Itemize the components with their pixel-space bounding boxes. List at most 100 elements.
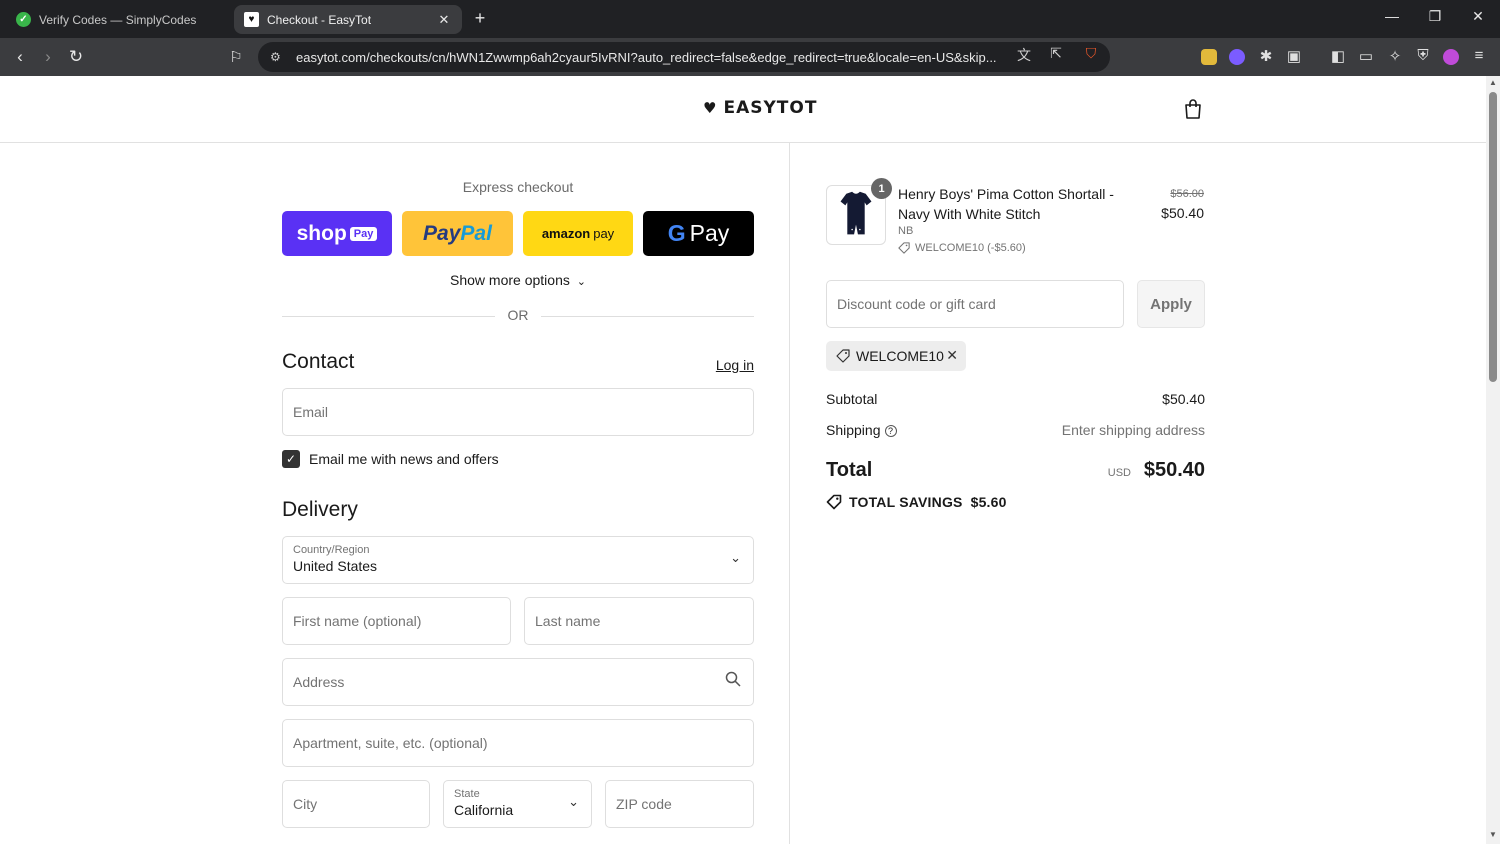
store-logo[interactable]: ♥ EASYTOT [703,98,817,118]
discount-placeholder: Discount code or gift card [837,296,996,312]
wallet-icon[interactable]: ▣ [1285,47,1303,65]
paypal-logo-pay: Pay [423,221,461,245]
last-name-placeholder: Last name [535,613,601,629]
amazon-pay-button[interactable]: amazon pay [523,211,633,256]
leo-ai-icon[interactable]: ✧ [1386,47,1404,65]
total-savings: TOTAL SAVINGS $5.60 [826,494,1007,510]
total-label: Total [826,459,873,481]
new-tab-icon[interactable]: + [470,8,490,29]
close-tab-icon[interactable]: ✕ [436,12,452,28]
share-icon[interactable]: ⇱ [1047,45,1065,62]
tab-label: Verify Codes — SimplyCodes [39,12,197,27]
country-label: Country/Region [293,544,370,556]
email-field[interactable]: Email [282,388,754,436]
zip-field[interactable]: ZIP code [605,780,754,828]
address-field[interactable]: Address [282,658,754,706]
page-scrollbar[interactable]: ▲ ▼ [1486,76,1500,844]
chevron-down-icon: ⌄ [730,550,741,565]
newsletter-checkbox[interactable]: ✓ [282,450,300,468]
country-value: United States [293,558,378,574]
product-discount-text: WELCOME10 (-$5.60) [915,242,1026,254]
tab-label: Checkout - EasyTot [267,12,372,27]
zip-placeholder: ZIP code [616,796,672,812]
sidebar-icon[interactable]: ◧ [1329,47,1347,65]
extension-icon[interactable] [1201,49,1217,65]
apartment-field[interactable]: Apartment, suite, etc. (optional) [282,719,754,767]
newsletter-label[interactable]: Email me with news and offers [309,451,499,467]
heart-icon: ♥ [244,12,259,27]
last-name-field[interactable]: Last name [524,597,754,645]
checkout-page: ♥ EASYTOT Express checkout shop Pay Pay P… [0,76,1486,844]
first-name-field[interactable]: First name (optional) [282,597,511,645]
scrollbar-thumb[interactable] [1489,92,1497,382]
total-row: Total USD $50.40 [826,459,1205,489]
city-field[interactable]: City [282,780,430,828]
shop-pay-badge: Pay [349,226,378,241]
chevron-down-icon: ⌄ [576,276,586,288]
tab-verify-codes[interactable]: ✓ Verify Codes — SimplyCodes [6,5,228,34]
total-value: $50.40 [1143,459,1205,481]
savings-value: $5.60 [970,494,1007,510]
amazon-logo: amazon [541,226,591,241]
wallet-icon[interactable]: ▭ [1357,47,1375,65]
site-settings-icon[interactable]: ⚙ [270,50,286,64]
log-in-link[interactable]: Log in [680,357,754,373]
reload-icon[interactable]: ↻ [64,45,88,69]
back-icon[interactable]: ‹ [8,45,32,69]
menu-icon[interactable]: ≡ [1470,47,1488,64]
search-icon [725,671,741,687]
applied-discount-chip: WELCOME10 ✕ [826,341,966,371]
profile-icon[interactable] [1443,49,1459,65]
restore-icon[interactable]: ❐ [1425,8,1445,25]
divider-line [282,316,495,317]
tag-icon [836,349,850,363]
or-separator: OR [507,307,529,323]
vpn-icon[interactable]: ⛨ [1414,47,1432,64]
google-pay-label: Pay [689,220,730,246]
country-select[interactable]: Country/Region United States ⌄ [282,536,754,584]
tag-icon [898,242,910,254]
minimize-icon[interactable]: — [1382,8,1402,24]
applied-code: WELCOME10 [856,348,944,364]
scroll-up-icon[interactable]: ▲ [1489,78,1497,87]
shipping-value: Enter shipping address [1061,422,1205,438]
heart-icon: ♥ [703,99,718,117]
brave-shield-icon[interactable]: ⛉ [1082,45,1100,62]
paypal-logo-pal: Pal [460,221,492,245]
address-bar[interactable]: ⚙ easytot.com/checkouts/cn/hWN1Zwwmp6ah2… [258,42,1110,72]
original-price: $56.00 [1170,188,1204,200]
product-discount: WELCOME10 (-$5.60) [898,242,1026,254]
chevron-down-icon: ⌄ [568,794,579,809]
first-name-placeholder: First name (optional) [293,613,422,629]
bookmark-icon[interactable]: ⚐ [224,45,248,69]
translate-icon[interactable]: 文 [1015,45,1033,65]
remove-discount-icon[interactable]: ✕ [946,347,958,364]
subtotal-row: Subtotal $50.40 [826,391,1205,407]
help-icon[interactable]: ? [884,425,897,437]
paypal-button[interactable]: Pay Pal [402,211,513,256]
google-pay-button[interactable]: G Pay [643,211,754,256]
shop-pay-button[interactable]: shop Pay [282,211,392,256]
tag-icon [826,494,842,510]
extension-icon[interactable] [1229,49,1245,65]
puzzle-icon[interactable]: ✱ [1257,47,1275,65]
forward-icon[interactable]: › [36,45,60,69]
browser-tab-bar: ✓ Verify Codes — SimplyCodes ♥ Checkout … [0,0,1500,38]
discount-code-input[interactable]: Discount code or gift card [826,280,1124,328]
divider-line [541,316,754,317]
quantity-badge: 1 [871,178,892,199]
scroll-down-icon[interactable]: ▼ [1489,830,1497,839]
url-text[interactable]: easytot.com/checkouts/cn/hWN1Zwwmp6ah2cy… [296,50,1008,65]
amazon-pay-label: pay [593,226,615,241]
currency-code: USD [1107,467,1131,479]
column-divider [789,143,790,844]
email-placeholder: Email [293,404,329,420]
close-window-icon[interactable]: ✕ [1468,8,1488,25]
show-more-options-link[interactable]: Show more options ⌄ [282,272,754,288]
shopping-bag-icon[interactable] [1183,98,1203,120]
tab-checkout[interactable]: ♥ Checkout - EasyTot ✕ [234,5,462,34]
shipping-label: Shipping [826,422,881,438]
browser-toolbar: ‹ › ↻ ⚐ ⚙ easytot.com/checkouts/cn/hWN1Z… [0,38,1500,76]
apply-button[interactable]: Apply [1137,280,1205,328]
state-select[interactable]: State California ⌄ [443,780,592,828]
